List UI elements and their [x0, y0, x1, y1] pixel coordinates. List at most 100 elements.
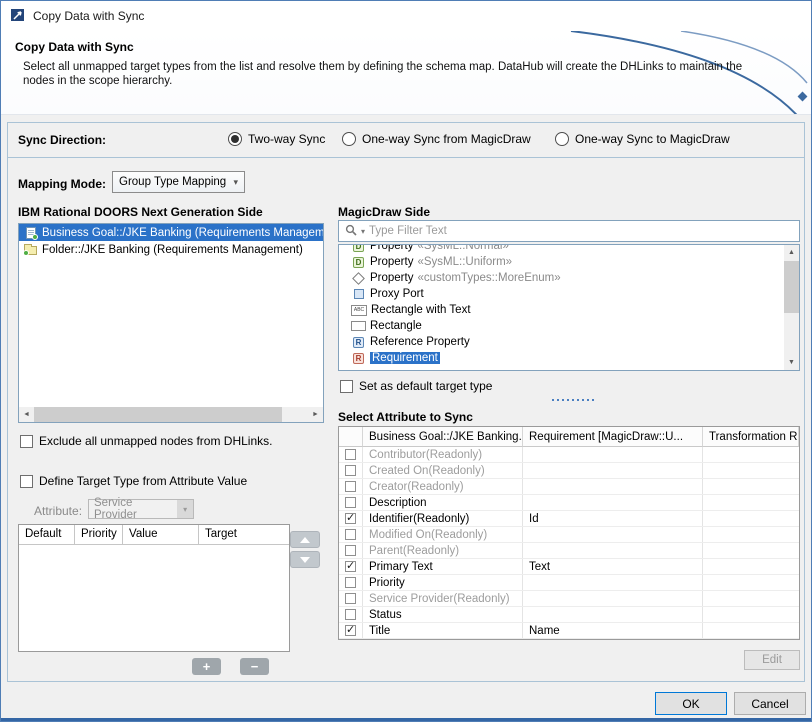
scroll-left-icon[interactable]	[19, 407, 34, 422]
scrollbar-thumb[interactable]	[784, 261, 799, 313]
checkbox-icon[interactable]	[345, 465, 356, 476]
rectangle-icon	[351, 320, 366, 333]
checkbox-icon[interactable]	[345, 625, 356, 636]
row-checkbox-cell[interactable]	[339, 479, 363, 494]
attribute-row[interactable]: Service Provider(Readonly)	[339, 591, 799, 607]
row-checkbox-cell[interactable]	[339, 575, 363, 590]
checkbox-icon[interactable]	[345, 577, 356, 588]
checkbox-icon[interactable]	[345, 449, 356, 460]
checkbox-icon[interactable]	[20, 475, 33, 488]
attribute-row[interactable]: Created On(Readonly)	[339, 463, 799, 479]
column-header-checkbox	[339, 427, 363, 447]
attribute-value-table[interactable]: Default Priority Value Target	[18, 524, 290, 652]
transformation-rule	[703, 447, 799, 462]
exclude-unmapped-checkbox-row[interactable]: Exclude all unmapped nodes from DHLinks.	[20, 434, 272, 448]
type-name: Rectangle	[370, 320, 422, 332]
type-name: Rectangle with Text	[371, 304, 471, 316]
title-bar[interactable]: Copy Data with Sync	[1, 1, 811, 31]
splitter-handle[interactable]	[552, 399, 596, 401]
doors-node-tree[interactable]: Business Goal::/JKE Banking (Requirement…	[18, 223, 324, 423]
attribute-name: Status	[363, 607, 523, 622]
dialog-description: Select all unmapped target types from th…	[23, 60, 742, 88]
attribute-name: Creator(Readonly)	[363, 479, 523, 494]
vertical-scrollbar[interactable]	[784, 245, 799, 370]
checkbox-icon[interactable]	[345, 609, 356, 620]
move-up-button	[290, 531, 320, 548]
scroll-right-icon[interactable]	[308, 407, 323, 422]
edit-button: Edit	[744, 650, 800, 670]
tree-item-folder[interactable]: Folder::/JKE Banking (Requirements Manag…	[19, 241, 323, 258]
checkbox-icon[interactable]	[340, 380, 353, 393]
checkbox-icon[interactable]	[345, 561, 356, 572]
row-checkbox-cell[interactable]	[339, 559, 363, 574]
type-stereotype: «SysML::Uniform»	[417, 256, 512, 268]
attribute-row[interactable]: Identifier(Readonly) Id	[339, 511, 799, 527]
transformation-rule	[703, 607, 799, 622]
attribute-row[interactable]: Creator(Readonly)	[339, 479, 799, 495]
transformation-rule	[703, 495, 799, 510]
radio-option-one-way-to-magicdraw[interactable]: One-way Sync to MagicDraw	[555, 132, 730, 146]
tree-item-label: Folder::/JKE Banking (Requirements Manag…	[42, 244, 303, 256]
radio-icon[interactable]	[228, 132, 242, 146]
scrollbar-thumb[interactable]	[34, 407, 282, 422]
row-checkbox-cell[interactable]	[339, 527, 363, 542]
radio-icon[interactable]	[555, 132, 569, 146]
type-item-requirement[interactable]: Requirement	[339, 350, 799, 366]
checkbox-icon[interactable]	[20, 435, 33, 448]
type-name: Property	[370, 272, 413, 284]
type-stereotype: «SysML::Normal»	[417, 244, 508, 252]
row-checkbox-cell[interactable]	[339, 495, 363, 510]
type-item-property-uniform[interactable]: Property «SysML::Uniform»	[339, 254, 799, 270]
attribute-row[interactable]: Description	[339, 495, 799, 511]
checkbox-icon[interactable]	[345, 545, 356, 556]
transformation-rule	[703, 559, 799, 574]
row-checkbox-cell[interactable]	[339, 591, 363, 606]
radio-option-two-way-sync[interactable]: Two-way Sync	[228, 132, 325, 146]
define-target-type-checkbox-row[interactable]: Define Target Type from Attribute Value	[20, 474, 247, 488]
attribute-row[interactable]: Primary Text Text	[339, 559, 799, 575]
scroll-up-icon[interactable]	[784, 245, 799, 260]
row-checkbox-cell[interactable]	[339, 543, 363, 558]
type-item-property-moreenum[interactable]: Property «customTypes::MoreEnum»	[339, 270, 799, 286]
radio-option-one-way-from-magicdraw[interactable]: One-way Sync from MagicDraw	[342, 132, 531, 146]
radio-icon[interactable]	[342, 132, 356, 146]
attribute-row[interactable]: Priority	[339, 575, 799, 591]
checkbox-icon[interactable]	[345, 481, 356, 492]
type-item-rectangle-with-text[interactable]: Rectangle with Text	[339, 302, 799, 318]
tree-item-business-goal[interactable]: Business Goal::/JKE Banking (Requirement…	[19, 224, 323, 241]
checkbox-icon[interactable]	[345, 497, 356, 508]
type-filter-input[interactable]: Type Filter Text	[338, 220, 800, 242]
row-checkbox-cell[interactable]	[339, 623, 363, 638]
proxy-port-icon	[351, 288, 366, 301]
scroll-down-icon[interactable]	[784, 355, 799, 370]
row-checkbox-cell[interactable]	[339, 511, 363, 526]
type-name: Requirement	[370, 352, 440, 364]
column-header-source: Business Goal::/JKE Banking...	[363, 427, 523, 447]
checkbox-icon[interactable]	[345, 593, 356, 604]
checkbox-icon[interactable]	[345, 513, 356, 524]
table-header-row: Business Goal::/JKE Banking... Requireme…	[339, 427, 799, 447]
set-default-target-checkbox-row[interactable]: Set as default target type	[340, 379, 492, 393]
attribute-row[interactable]: Parent(Readonly)	[339, 543, 799, 559]
attribute-row[interactable]: Status	[339, 607, 799, 623]
mapping-mode-select[interactable]: Group Type Mapping	[112, 171, 245, 193]
attribute-sync-table[interactable]: Business Goal::/JKE Banking... Requireme…	[338, 426, 800, 640]
row-checkbox-cell[interactable]	[339, 447, 363, 462]
horizontal-scrollbar[interactable]	[19, 407, 323, 422]
description-line: nodes in the scope hierarchy.	[23, 74, 742, 88]
magicdraw-type-list[interactable]: Property «SysML::Normal» Property «SysML…	[338, 244, 800, 371]
type-item-proxy-port[interactable]: Proxy Port	[339, 286, 799, 302]
type-item-reference-property[interactable]: Reference Property	[339, 334, 799, 350]
ok-button[interactable]: OK	[655, 692, 727, 715]
row-checkbox-cell[interactable]	[339, 607, 363, 622]
chevron-down-icon[interactable]	[361, 227, 365, 236]
row-checkbox-cell[interactable]	[339, 463, 363, 478]
target-attribute	[523, 463, 703, 478]
attribute-row[interactable]: Title Name	[339, 623, 799, 639]
attribute-row[interactable]: Contributor(Readonly)	[339, 447, 799, 463]
cancel-button[interactable]: Cancel	[734, 692, 806, 715]
type-item-property-normal[interactable]: Property «SysML::Normal»	[339, 244, 799, 254]
checkbox-icon[interactable]	[345, 529, 356, 540]
attribute-row[interactable]: Modified On(Readonly)	[339, 527, 799, 543]
type-item-rectangle[interactable]: Rectangle	[339, 318, 799, 334]
